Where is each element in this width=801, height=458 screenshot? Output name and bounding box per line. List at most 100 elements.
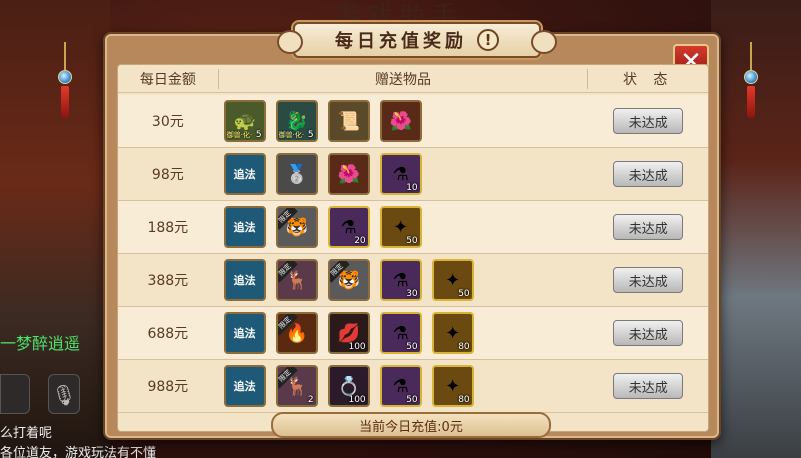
table-row: 98元 追法 🥈 🌺 ⚗ 10 未达成: [118, 148, 708, 201]
golden-fan-item[interactable]: ✦ 50: [431, 259, 474, 301]
skill-gourd-icon: 追法: [233, 380, 256, 393]
status-button[interactable]: 未达成: [613, 161, 684, 187]
daily-recharge-panel: 每日充值奖励 ! ✕ 每日金额 赠送物品 状 态 30元 🐢 御兽·化· 5 🐉 御兽·化…: [103, 22, 721, 440]
header-gifts: 赠送物品: [217, 68, 589, 89]
microphone-icon: 🎙: [51, 383, 77, 407]
chat-message: 各位道友，游戏玩法有不懂: [0, 446, 157, 458]
golden-fan-item[interactable]: ✦ 50: [379, 206, 422, 248]
row-status: 未达成: [588, 161, 708, 187]
table-row: 988元 追法 🦌 限定 2 💍 100 ⚗ 50 ✦ 80 未达成: [118, 360, 708, 413]
skill-gourd-item[interactable]: 追法: [223, 365, 266, 407]
silver-ingot-icon: 🥈: [285, 163, 308, 185]
item-count: 20: [354, 236, 366, 246]
item-count: 5: [255, 130, 262, 140]
status-button[interactable]: 未达成: [613, 320, 684, 346]
item-count: 5: [307, 130, 314, 140]
lantern-left-decoration: [58, 42, 72, 118]
skill-gourd-item[interactable]: 追法: [223, 312, 266, 354]
silver-ingot-item[interactable]: 🥈: [275, 153, 318, 195]
pet-teal-item[interactable]: 🐉 御兽·化· 5: [275, 100, 318, 142]
skill-gourd-icon: 追法: [233, 327, 256, 340]
item-count: 100: [348, 395, 366, 405]
row-gifts: 追法 🥈 🌺 ⚗ 10: [218, 153, 589, 195]
header-status: 状 态: [622, 71, 674, 88]
status-button[interactable]: 未达成: [613, 373, 684, 399]
pink-mount-item[interactable]: 🦌 限定: [275, 259, 318, 301]
item-count: 50: [406, 342, 418, 352]
panel-title-plate: 每日充值奖励 !: [277, 22, 557, 58]
table-row: 30元 🐢 御兽·化· 5 🐉 御兽·化· 5 📜 🌺 未达成: [118, 95, 708, 148]
chat-toggle-button[interactable]: [0, 374, 30, 414]
flower-bundle-icon: 🌺: [337, 163, 360, 185]
current-recharge-label: 当前今日充值:0元: [271, 412, 551, 438]
row-gifts: 🐢 御兽·化· 5 🐉 御兽·化· 5 📜 🌺: [218, 100, 589, 142]
item-count: 80: [458, 342, 470, 352]
potion-item[interactable]: ⚗ 10: [379, 153, 422, 195]
row-amount: 988元: [147, 379, 189, 395]
golden-fan-item[interactable]: ✦ 80: [431, 312, 474, 354]
table-row: 688元 追法 🔥 限定 💋 100 ⚗ 50 ✦ 80 未达成: [118, 307, 708, 360]
potion-item[interactable]: ⚗ 30: [379, 259, 422, 301]
skill-gourd-item[interactable]: 追法: [223, 206, 266, 248]
flower-bundle-item[interactable]: 🌺: [379, 100, 422, 142]
chat-message: 么打着呢: [0, 426, 53, 441]
row-amount: 30元: [151, 114, 184, 130]
lantern-right-decoration: [744, 42, 758, 118]
pink-mount-item[interactable]: 🦌 限定 2: [275, 365, 318, 407]
golden-fan-item[interactable]: ✦ 80: [431, 365, 474, 407]
row-gifts: 追法 🦌 限定 🐯 限定 ⚗ 30 ✦ 50: [218, 259, 589, 301]
skill-gourd-item[interactable]: 追法: [223, 153, 266, 195]
panel-title: 每日充值奖励: [335, 31, 467, 52]
voice-world-button[interactable]: 🎙: [48, 374, 80, 414]
beast-mount-item[interactable]: 🐯 限定: [275, 206, 318, 248]
reward-rows: 30元 🐢 御兽·化· 5 🐉 御兽·化· 5 📜 🌺 未达成 98元 追法 🥈 🌺 ⚗ 10 未达成 188元追…: [118, 95, 708, 413]
row-status: 未达成: [588, 108, 708, 134]
pet-green-item[interactable]: 🐢 御兽·化· 5: [223, 100, 266, 142]
beast-mount-item[interactable]: 🐯 限定: [327, 259, 370, 301]
scroll-item[interactable]: 📜: [327, 100, 370, 142]
info-icon[interactable]: !: [477, 29, 499, 51]
potion-item[interactable]: ⚗ 20: [327, 206, 370, 248]
reward-table: 每日金额 赠送物品 状 态 30元 🐢 御兽·化· 5 🐉 御兽·化· 5 📜 🌺 未达成 98元追…: [117, 64, 709, 432]
item-label: 御兽·化·: [278, 131, 305, 139]
row-status: 未达成: [588, 373, 708, 399]
potion-item[interactable]: ⚗ 50: [379, 312, 422, 354]
item-count: 50: [458, 289, 470, 299]
item-count: 50: [406, 236, 418, 246]
flower-bundle-item[interactable]: 🌺: [327, 153, 370, 195]
row-gifts: 追法 🐯 限定 ⚗ 20 ✦ 50: [218, 206, 589, 248]
flower-bundle-icon: 🌺: [389, 110, 412, 132]
skill-gourd-icon: 追法: [233, 168, 256, 181]
item-count: 100: [348, 342, 366, 352]
item-count: 80: [458, 395, 470, 405]
status-button[interactable]: 未达成: [613, 267, 684, 293]
row-status: 未达成: [588, 214, 708, 240]
table-header: 每日金额 赠送物品 状 态: [118, 65, 708, 93]
status-button[interactable]: 未达成: [613, 214, 684, 240]
potion-item[interactable]: ⚗ 50: [379, 365, 422, 407]
blue-ring-item[interactable]: 💍 100: [327, 365, 370, 407]
row-gifts: 追法 🔥 限定 💋 100 ⚗ 50 ✦ 80: [218, 312, 589, 354]
skill-gourd-item[interactable]: 追法: [223, 259, 266, 301]
item-count: 10: [406, 183, 418, 193]
item-label: 御兽·化·: [226, 131, 253, 139]
row-amount: 188元: [147, 220, 189, 236]
fire-mount-item[interactable]: 🔥 限定: [275, 312, 318, 354]
row-amount: 388元: [147, 273, 189, 289]
skill-gourd-icon: 追法: [233, 274, 256, 287]
scroll-icon: 📜: [337, 110, 360, 132]
status-button[interactable]: 未达成: [613, 108, 684, 134]
item-count: 2: [307, 395, 314, 405]
row-status: 未达成: [588, 320, 708, 346]
header-amount: 每日金额: [139, 71, 196, 88]
table-row: 188元 追法 🐯 限定 ⚗ 20 ✦ 50 未达成: [118, 201, 708, 254]
row-amount: 688元: [147, 326, 189, 342]
chat-player-name: 一梦醉逍遥: [0, 334, 81, 353]
row-gifts: 追法 🦌 限定 2 💍 100 ⚗ 50 ✦ 80: [218, 365, 589, 407]
item-count: 50: [406, 395, 418, 405]
row-amount: 98元: [151, 167, 184, 183]
red-lips-item[interactable]: 💋 100: [327, 312, 370, 354]
table-row: 388元 追法 🦌 限定 🐯 限定 ⚗ 30 ✦ 50 未达成: [118, 254, 708, 307]
row-status: 未达成: [588, 267, 708, 293]
skill-gourd-icon: 追法: [233, 221, 256, 234]
